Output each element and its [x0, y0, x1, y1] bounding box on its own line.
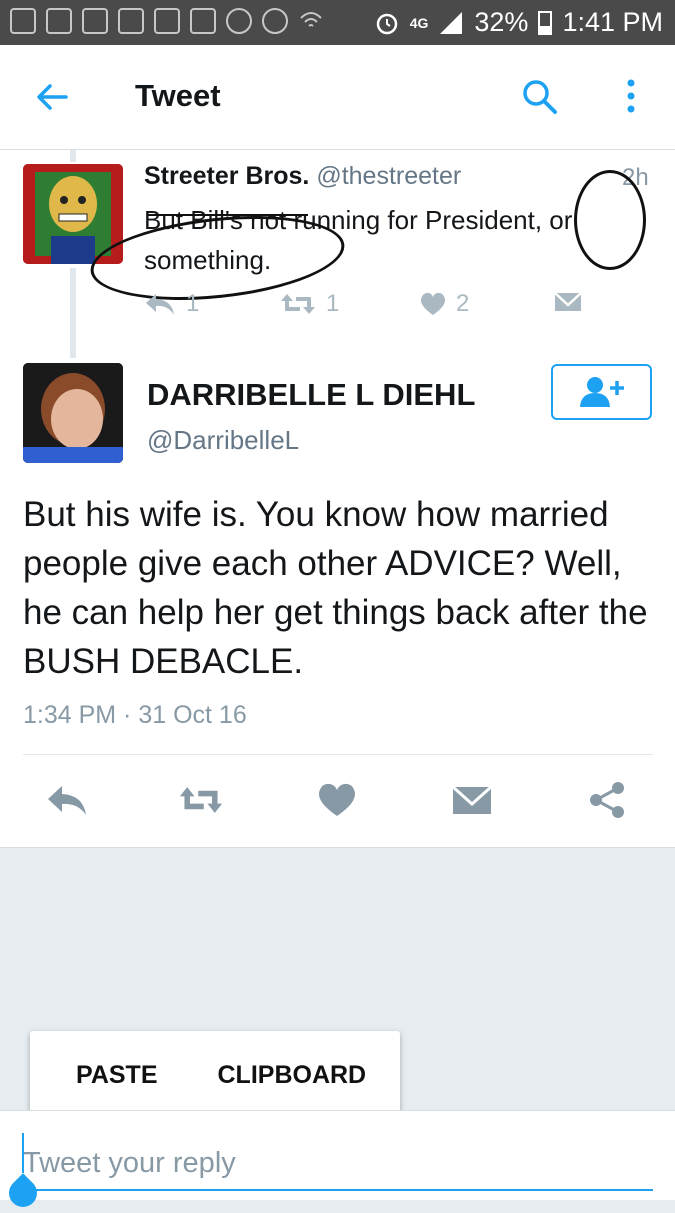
divider	[23, 754, 653, 755]
envelope-icon	[452, 785, 492, 814]
parent-author-handle: @thestreeter	[316, 162, 462, 190]
parent-reply-count: 1	[186, 290, 200, 317]
recycle-notification-icon	[82, 8, 108, 34]
paste-button[interactable]: PASTE	[76, 1061, 158, 1090]
wifi-hotspot-icon	[298, 8, 324, 34]
pinterest-notification-icon	[226, 8, 252, 34]
gallery-notification-icon	[10, 8, 36, 34]
author-avatar[interactable]	[23, 363, 123, 463]
app-bar: Tweet	[0, 45, 675, 150]
flipboard-notification-icon	[190, 8, 216, 34]
reply-icon	[146, 294, 174, 315]
back-button[interactable]	[30, 75, 74, 119]
add-user-icon	[579, 377, 624, 407]
notification-icons	[10, 8, 324, 34]
parent-like-count: 2	[456, 290, 470, 317]
author-handle[interactable]: @DarribelleL	[147, 425, 299, 456]
reply-input[interactable]	[23, 1137, 653, 1191]
parent-retweet-button[interactable]: 1	[280, 290, 339, 318]
circle-mark-time	[574, 170, 646, 270]
thread-line-top	[70, 150, 76, 162]
windows-notification-icon	[46, 8, 72, 34]
system-status: 4G 32% 1:41 PM	[374, 7, 663, 38]
thread-line-bottom	[70, 268, 76, 358]
page-title: Tweet	[135, 78, 221, 113]
tweet-text: But his wife is. You know how married pe…	[23, 495, 648, 681]
status-bar: 4G 32% 1:41 PM	[0, 0, 675, 45]
more-vertical-icon	[627, 79, 635, 113]
parent-like-button[interactable]: 2	[420, 290, 469, 318]
amazon-notification-icon	[118, 8, 144, 34]
network-type: 4G	[409, 14, 429, 31]
pinterest-notification-icon-2	[262, 8, 288, 34]
reply-button[interactable]	[44, 778, 90, 822]
text-cursor	[22, 1133, 24, 1173]
parent-actions: 1 1 2	[144, 290, 594, 330]
reply-bar	[0, 1110, 675, 1213]
parent-reply-button[interactable]: 1	[144, 290, 199, 318]
follow-button[interactable]	[551, 364, 652, 420]
signal-icon	[440, 11, 463, 34]
retweet-icon	[179, 787, 223, 813]
battery-percent: 32%	[474, 7, 529, 37]
overflow-menu-button[interactable]	[616, 75, 646, 119]
heart-icon	[318, 783, 356, 816]
author-name[interactable]: DARRIBELLE L DIEHL	[147, 377, 475, 413]
back-arrow-icon	[37, 84, 68, 110]
heart-icon	[420, 292, 446, 315]
battery-icon	[538, 10, 553, 35]
tweet-detail: Streeter Bros. @thestreeter 2h But Bill'…	[0, 150, 675, 848]
search-button[interactable]	[518, 75, 562, 119]
retweet-icon	[281, 294, 315, 314]
share-button[interactable]	[584, 778, 630, 822]
parent-author[interactable]: Streeter Bros. @thestreeter	[144, 162, 461, 191]
share-icon	[590, 782, 624, 818]
parent-author-name: Streeter Bros.	[144, 162, 310, 190]
clipboard-button[interactable]: CLIPBOARD	[218, 1061, 367, 1090]
tweet-actions	[0, 778, 675, 822]
tweet-timestamp: 1:34 PM · 31 Oct 16	[23, 701, 247, 729]
direct-message-button[interactable]	[449, 778, 495, 822]
parent-retweet-count: 1	[326, 290, 340, 317]
alarm-icon	[376, 13, 397, 34]
search-icon	[523, 80, 557, 114]
text-selection-popup: PASTE CLIPBOARD	[30, 1031, 400, 1120]
reply-icon	[48, 786, 86, 815]
clock: 1:41 PM	[562, 7, 663, 37]
parent-dm-button[interactable]	[554, 290, 582, 314]
envelope-icon	[554, 292, 582, 311]
strikethrough-mark	[148, 214, 308, 216]
screenshot-notification-icon	[154, 8, 180, 34]
retweet-button[interactable]	[178, 778, 224, 822]
like-button[interactable]	[314, 778, 360, 822]
